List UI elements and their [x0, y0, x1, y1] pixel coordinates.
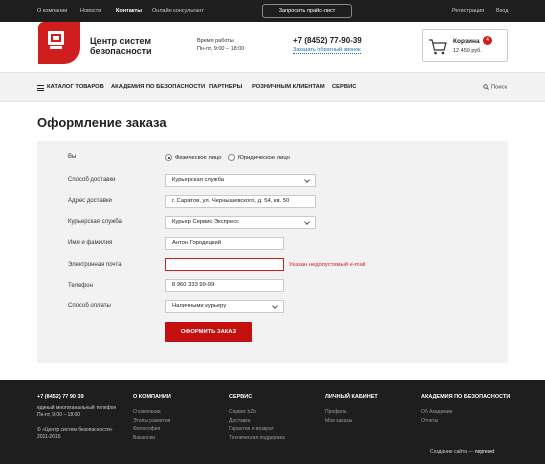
footer-link[interactable]: Мои заказы — [325, 417, 378, 426]
payment-method-label: Способ оплаты — [68, 303, 111, 309]
topbar-link-about[interactable]: О компании — [37, 8, 67, 14]
email-input[interactable] — [165, 258, 284, 271]
top-bar: О компании Новости Контакты Онлайн консу… — [0, 0, 545, 22]
burger-icon — [37, 85, 44, 91]
cart-count-badge: 4 — [483, 36, 492, 45]
register-link[interactable]: Регистрация — [452, 8, 484, 14]
footer-link[interactable]: Сервис b2b — [229, 408, 285, 417]
footer-col-academy: АКАДЕМИЯ ПО БЕЗОПАСНОСТИ Об Академии Отч… — [421, 394, 510, 425]
full-name-label: Имя и фамилия — [68, 240, 113, 246]
phone-label: Телефон — [68, 283, 93, 289]
footer-link[interactable]: Вакансии — [133, 434, 171, 443]
footer-link[interactable]: Этапы развития — [133, 417, 171, 426]
cart-icon — [429, 39, 447, 55]
footer-link[interactable]: Об Академии — [421, 408, 510, 417]
page-title: Оформление заказа — [37, 115, 167, 130]
footer-contacts: +7 (8452) 77 90 39 единый многоканальный… — [37, 394, 116, 441]
developer-credit[interactable]: Создание сайта — nepreset — [430, 449, 494, 455]
delivery-address-label: Адрес доставки — [68, 198, 112, 204]
courier-service-label: Курьерская служба — [68, 219, 122, 225]
footer-col-title: О КОМПАНИИ — [133, 394, 171, 400]
search-button[interactable]: Поиск — [483, 84, 507, 91]
footer-link[interactable]: Философия — [133, 425, 171, 434]
logo-icon — [38, 22, 80, 64]
footer-col-account: ЛИЧНЫЙ КАБИНЕТ Профиль Мои заказы — [325, 394, 378, 425]
footer-link[interactable]: О компании — [133, 408, 171, 417]
customer-type-label: Вы — [68, 154, 77, 160]
footer-col-title: АКАДЕМИЯ ПО БЕЗОПАСНОСТИ — [421, 394, 511, 400]
nav-item-service[interactable]: СЕРВИС — [332, 84, 356, 90]
radio-legal-entity[interactable]: Юридическое лицо — [228, 154, 290, 161]
topbar-link-contacts[interactable]: Контакты — [116, 8, 142, 14]
footer-link[interactable]: Доставка — [229, 417, 285, 426]
full-name-input[interactable]: Антон Городецкий — [165, 237, 284, 250]
footer-link[interactable]: Профиль — [325, 408, 378, 417]
delivery-address-input[interactable]: г. Саратов, ул. Чернышевского, д. 54, кв… — [165, 195, 316, 208]
login-link[interactable]: Вход — [496, 8, 508, 14]
radio-individual[interactable]: Физическое лицо — [165, 154, 221, 161]
footer-phone[interactable]: +7 (8452) 77 90 39 — [37, 394, 116, 400]
callback-link[interactable]: Заказать обратный звонок — [293, 47, 361, 54]
footer-hours: Пн-пт, 9:00 – 18:00 — [37, 412, 81, 418]
footer-col-title: ЛИЧНЫЙ КАБИНЕТ — [325, 394, 378, 400]
topbar-link-consultant[interactable]: Онлайн консультант — [152, 8, 204, 14]
submit-order-button[interactable]: ОФОРМИТЬ ЗАКАЗ — [165, 322, 252, 342]
footer-col-service: СЕРВИС Сервис b2b Доставка Гарантия и во… — [229, 394, 285, 442]
payment-method-select[interactable]: Наличными курьеру — [165, 300, 284, 313]
radio-empty-icon — [228, 154, 235, 161]
delivery-method-select[interactable]: Курьерская служба — [165, 174, 316, 187]
footer-link[interactable]: Техническая поддержка — [229, 434, 285, 443]
footer-link[interactable]: Гарантия и возврат — [229, 425, 285, 434]
footer-phone-desc: единый многоканальный телефон — [37, 405, 117, 411]
nav-item-catalog[interactable]: КАТАЛОГ ТОВАРОВ — [47, 84, 104, 90]
footer-copyright: © «Центр систем безопасности» — [37, 427, 113, 433]
header-phone[interactable]: +7 (8452) 77-90-39 — [293, 36, 362, 45]
nav-item-retail[interactable]: РОЗНИЧНЫМ КЛИЕНТАМ — [252, 84, 325, 90]
cart-sum: 12 450 руб. — [453, 48, 482, 54]
radio-selected-icon — [165, 154, 172, 161]
nav-item-partners[interactable]: ПАРТНЕРЫ — [209, 84, 242, 90]
courier-service-select[interactable]: Курьер Сервис Экспресс — [165, 216, 316, 229]
nav-item-academy[interactable]: АКАДЕМИЯ ПО БЕЗОПАСНОСТИ — [111, 84, 205, 90]
cart-title: Корзина — [453, 38, 480, 45]
footer-years: 2011-2015 — [37, 434, 61, 440]
main-nav: КАТАЛОГ ТОВАРОВ АКАДЕМИЯ ПО БЕЗОПАСНОСТИ… — [0, 72, 545, 102]
topbar-link-news[interactable]: Новости — [80, 8, 101, 14]
email-error-message: Указан недопустимый e-mail — [289, 262, 366, 268]
footer-col-title: СЕРВИС — [229, 394, 253, 400]
phone-input[interactable]: 8 960 333 99-99 — [165, 279, 284, 292]
email-label: Электронная почта — [68, 262, 122, 268]
search-icon — [483, 84, 489, 90]
logo-text: Центр систем безопасности — [90, 36, 152, 56]
request-price-button[interactable]: Запросить прайс-лист — [262, 4, 352, 18]
working-hours: Время работы Пн-пт, 9:00 – 18:00 — [197, 38, 245, 52]
footer-link[interactable]: Отчеты — [421, 417, 510, 426]
cart-widget[interactable]: Корзина 4 12 450 руб. — [422, 29, 508, 62]
delivery-method-label: Способ доставки — [68, 177, 116, 183]
footer-col-about: О КОМПАНИИ О компании Этапы развития Фил… — [133, 394, 171, 442]
